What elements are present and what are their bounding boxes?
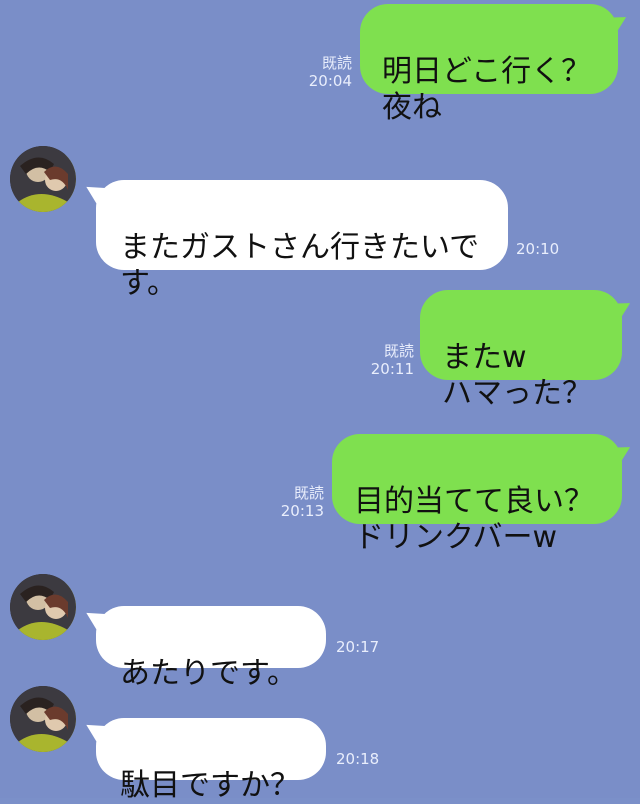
message-time: 20:17 bbox=[336, 638, 380, 656]
chat-thread[interactable]: 既読 20:04 明日どこ行く？ 夜ね またガストさん行きたいで す。 20:1… bbox=[0, 0, 640, 803]
message-time: 20:18 bbox=[336, 750, 380, 768]
avatar-photo-icon bbox=[10, 574, 76, 640]
message-text: またガストさん行きたいで す。 bbox=[120, 230, 480, 301]
avatar-photo-icon bbox=[10, 146, 76, 212]
received-message-bubble[interactable]: またガストさん行きたいで す。 bbox=[96, 180, 508, 301]
sent-message-bubble[interactable]: 明日どこ行く？ 夜ね bbox=[360, 4, 618, 125]
received-message-bubble[interactable]: 駄目ですか？ bbox=[96, 718, 326, 803]
contact-avatar[interactable] bbox=[10, 686, 76, 752]
message-text: あたりです。 bbox=[120, 656, 297, 691]
message-meta: 既読 20:13 bbox=[272, 484, 324, 520]
message-meta: 既読 20:04 bbox=[300, 54, 352, 90]
sent-message-bubble[interactable]: またw ハマった？ bbox=[420, 290, 622, 411]
message-meta: 既読 20:11 bbox=[362, 342, 414, 378]
message-time: 20:13 bbox=[280, 502, 324, 520]
message-text: 明日どこ行く？ 夜ね bbox=[382, 54, 592, 125]
contact-avatar[interactable] bbox=[10, 146, 76, 212]
read-receipt: 既読 bbox=[321, 54, 352, 72]
message-time: 20:10 bbox=[516, 240, 560, 258]
read-receipt: 既読 bbox=[383, 342, 414, 360]
avatar-photo-icon bbox=[10, 686, 76, 752]
message-text: またw ハマった？ bbox=[442, 340, 592, 411]
contact-avatar[interactable] bbox=[10, 574, 76, 640]
message-text: 目的当てて良い？ ドリンクバーw bbox=[354, 484, 594, 555]
message-time: 20:11 bbox=[370, 360, 414, 378]
read-receipt: 既読 bbox=[293, 484, 324, 502]
message-time: 20:04 bbox=[308, 72, 352, 90]
sent-message-bubble[interactable]: 目的当てて良い？ ドリンクバーw bbox=[332, 434, 622, 555]
received-message-bubble[interactable]: あたりです。 bbox=[96, 606, 326, 691]
